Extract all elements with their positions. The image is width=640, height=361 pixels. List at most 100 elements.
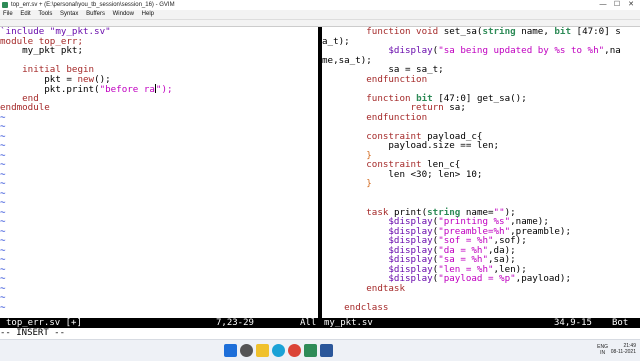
menu-tools[interactable]: Tools (38, 11, 52, 17)
empty-line-tilde: ~ (0, 292, 6, 303)
empty-line-tilde: ~ (0, 149, 6, 161)
taskbar: ENG IN 21:49 08-11-2021 (0, 339, 640, 361)
chrome-browser-icon[interactable] (288, 344, 301, 357)
empty-line-tilde: ~ (0, 273, 6, 284)
code-token: new (77, 73, 95, 85)
right-code-line[interactable]: endfunction (322, 73, 640, 85)
right-code-line[interactable]: } (322, 179, 640, 189)
gvim-app-icon (2, 2, 8, 8)
gvim-taskbar-icon[interactable] (304, 344, 317, 357)
edge-browser-icon[interactable] (272, 344, 285, 357)
code-token: bit (554, 27, 571, 37)
empty-line-tilde: ~ (0, 168, 6, 180)
left-code-line[interactable]: pkt.print("before ra"); (0, 84, 318, 94)
code-token: ,na (604, 45, 621, 56)
status-left-file: top_err.sv [+] (6, 318, 82, 328)
left-editor-pane[interactable]: `include "my_pkt.sv" module top_err; my_p… (0, 27, 318, 317)
code-token: "before ra (99, 84, 155, 95)
left-code-line[interactable]: endmodule (0, 103, 318, 113)
empty-line-tilde: ~ (0, 282, 6, 294)
maximize-button[interactable]: ☐ (610, 0, 624, 10)
status-left-scroll: All (300, 318, 317, 328)
empty-line-tilde: ~ (0, 178, 6, 189)
code-token: $display (388, 45, 433, 56)
system-tray: ENG IN 21:49 08-11-2021 (597, 343, 636, 356)
menu-bar: File Edit Tools Syntax Buffers Window He… (0, 10, 640, 20)
empty-line-tilde: ~ (0, 216, 6, 227)
code-token: endclass (344, 301, 389, 313)
right-code-line[interactable]: endfunction (322, 111, 640, 123)
title-bar: top_err.sv + (E:\personal\you_tb_session… (0, 0, 640, 10)
language-indicator[interactable]: ENG IN (597, 344, 608, 356)
code-token: endfunction (366, 111, 428, 123)
language-bottom: IN (600, 350, 606, 356)
empty-line-tilde: ~ (0, 130, 6, 142)
left-code-line[interactable]: pkt = new(); (0, 73, 318, 85)
empty-line-tilde: ~ (0, 301, 6, 313)
word-icon[interactable] (320, 344, 333, 357)
code-token: name, (515, 27, 555, 37)
empty-line-tilde: ~ (0, 254, 6, 265)
empty-line-tilde: ~ (0, 235, 6, 246)
code-token: sa; (443, 102, 466, 113)
clock-date[interactable]: 08-11-2021 (611, 349, 636, 355)
code-token: string (482, 27, 516, 37)
empty-line-tilde: ~ (0, 121, 6, 132)
status-right-file: my_pkt.sv (324, 318, 373, 328)
code-token: ,payload); (515, 273, 571, 284)
right-code-line[interactable]: endtask (322, 282, 640, 294)
empty-line-tilde: ~ (0, 244, 6, 256)
code-token: [47:0] s (571, 27, 621, 37)
right-code-line[interactable]: function void set_sa(string name, bit [4… (322, 27, 640, 37)
code-token: my_pkt pkt; (0, 45, 83, 56)
menu-help[interactable]: Help (142, 11, 154, 17)
empty-line-tilde: ~ (0, 140, 6, 151)
code-token: endmodule (0, 102, 50, 113)
empty-line-tilde: ~ (0, 263, 6, 275)
menu-buffers[interactable]: Buffers (86, 11, 105, 17)
toolbar (0, 20, 640, 27)
code-token: (); (94, 73, 111, 85)
status-line-right: my_pkt.sv 34,9-15 Bot (322, 318, 640, 328)
menu-window[interactable]: Window (113, 11, 134, 17)
status-left-position: 7,23-29 (216, 318, 254, 328)
code-token: "); (155, 84, 173, 95)
minimize-button[interactable]: — (596, 0, 610, 10)
right-code-line[interactable]: endclass (322, 301, 640, 313)
search-icon[interactable] (240, 344, 253, 357)
menu-file[interactable]: File (3, 11, 13, 17)
code-token: "payload = %p" (438, 273, 516, 284)
empty-line-tilde: ~ (0, 111, 6, 123)
windows-start-icon[interactable] (224, 344, 237, 357)
menu-syntax[interactable]: Syntax (60, 11, 78, 17)
menu-edit[interactable]: Edit (20, 11, 30, 17)
empty-line-tilde: ~ (0, 159, 6, 170)
taskbar-icons (224, 344, 336, 357)
empty-line-tilde: ~ (0, 187, 6, 199)
status-line-left: top_err.sv [+] 7,23-29 All (0, 318, 318, 328)
right-code-line[interactable] (322, 189, 640, 199)
status-right-scroll: Bot (612, 318, 629, 328)
code-token: function void (366, 27, 439, 37)
empty-line-tilde: ~ (0, 225, 6, 237)
code-token: "sa being updated by %s to %h" (438, 45, 605, 56)
code-token: set_sa( (438, 27, 483, 37)
left-code-line[interactable]: my_pkt pkt; (0, 46, 318, 56)
empty-line-tilde: ~ (0, 206, 6, 218)
window-title: top_err.sv + (E:\personal\you_tb_session… (11, 2, 175, 8)
code-token: endtask (366, 282, 405, 294)
command-line: -- INSERT -- (0, 328, 66, 338)
status-right-position: 34,9-15 (554, 318, 592, 328)
file-explorer-icon[interactable] (256, 344, 269, 357)
code-token: pkt = (0, 73, 78, 85)
code-token: endfunction (366, 73, 428, 85)
code-token: } (322, 178, 372, 189)
window-controls: — ☐ ✕ (596, 0, 638, 10)
close-button[interactable]: ✕ (624, 0, 638, 10)
right-editor-pane[interactable]: function void set_sa(string name, bit [4… (322, 27, 640, 317)
empty-line-tilde: ~ (0, 197, 6, 208)
